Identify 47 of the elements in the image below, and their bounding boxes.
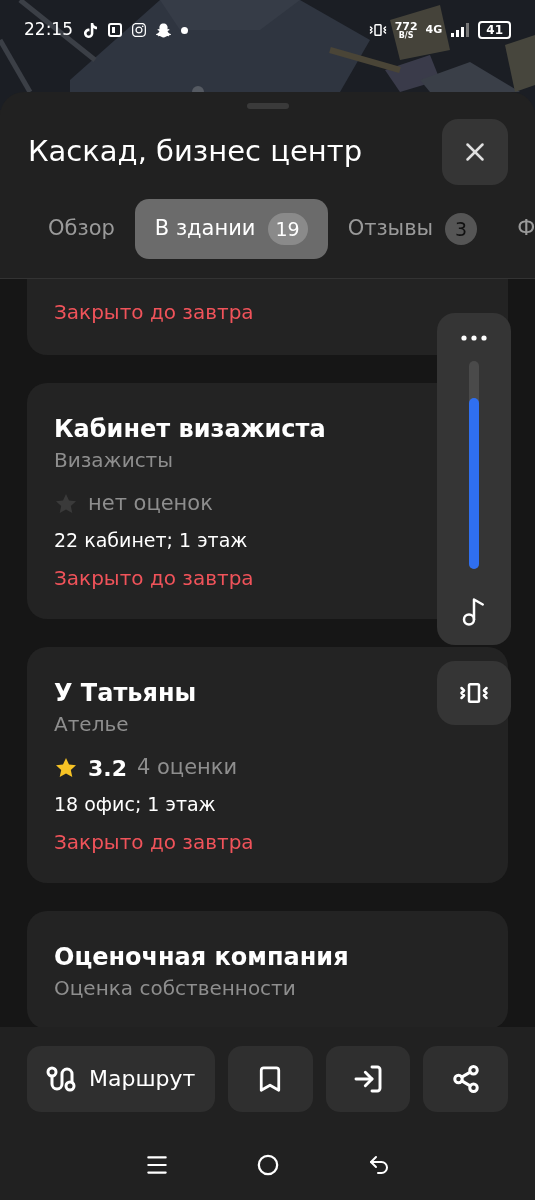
place-location: 18 офис; 1 этаж	[54, 792, 216, 817]
rating-value: 3.2	[88, 754, 127, 783]
place-card[interactable]: Закрыто до завтра	[27, 279, 508, 355]
place-location: 22 кабинет; 1 этаж	[54, 528, 248, 553]
vibrate-toggle-dialog[interactable]	[437, 661, 511, 725]
place-card[interactable]: Оценочная компания Оценка собственности	[27, 911, 508, 1027]
rating-count: нет оценок	[88, 490, 213, 518]
speed-unit: B/S	[398, 31, 414, 40]
sheet-title: Каскад, бизнес центр	[28, 133, 363, 171]
count-badge: 19	[267, 213, 308, 245]
place-name: У Татьяны	[54, 678, 197, 709]
battery-indicator: 41	[478, 21, 511, 39]
place-category: Оценка собственности	[54, 975, 296, 1002]
camera-logo-icon	[132, 23, 146, 37]
network-type: 4G	[425, 21, 443, 38]
share-button[interactable]	[423, 1045, 508, 1112]
open-status: Закрыто до завтра	[54, 299, 254, 326]
place-name: Оценочная компания	[54, 942, 349, 973]
note-logo-icon	[83, 22, 98, 38]
route-button[interactable]: Маршрут	[27, 1045, 215, 1112]
network-speed: 772	[394, 20, 418, 32]
volume-slider[interactable]	[469, 361, 479, 569]
vibrate-icon	[368, 21, 387, 39]
drag-handle[interactable]	[246, 103, 289, 109]
home-icon[interactable]	[257, 1154, 280, 1176]
tab[interactable]: Обзор	[28, 199, 135, 259]
tab[interactable]: В здании 19	[134, 199, 328, 259]
open-status: Закрыто до завтра	[54, 565, 254, 592]
count-badge: 3	[445, 213, 478, 245]
share-icon	[450, 1063, 481, 1094]
signal-icon	[450, 23, 471, 37]
dot-icon	[181, 26, 188, 34]
more-icon[interactable]	[461, 335, 487, 341]
close-button[interactable]	[442, 119, 508, 185]
bookmark-button[interactable]	[227, 1045, 313, 1112]
tab[interactable]: Ф	[497, 199, 535, 259]
open-status: Закрыто до завтра	[54, 829, 254, 856]
place-name: Кабинет визажиста	[54, 414, 326, 445]
enter-button[interactable]	[325, 1045, 411, 1112]
place-category: Ателье	[54, 711, 129, 738]
rating-count: 4 оценки	[137, 754, 238, 782]
place-category: Визажисты	[54, 447, 174, 474]
app-logo-icon	[108, 23, 122, 37]
ghost-icon	[156, 22, 171, 38]
tab[interactable]: Отзывы 3	[327, 199, 498, 259]
clock: 22:15	[24, 18, 73, 42]
place-card[interactable]: У Татьяны Ателье 3.2 4 оценки 18 офис; 1 этаж Закрыто до завтра	[27, 647, 508, 883]
